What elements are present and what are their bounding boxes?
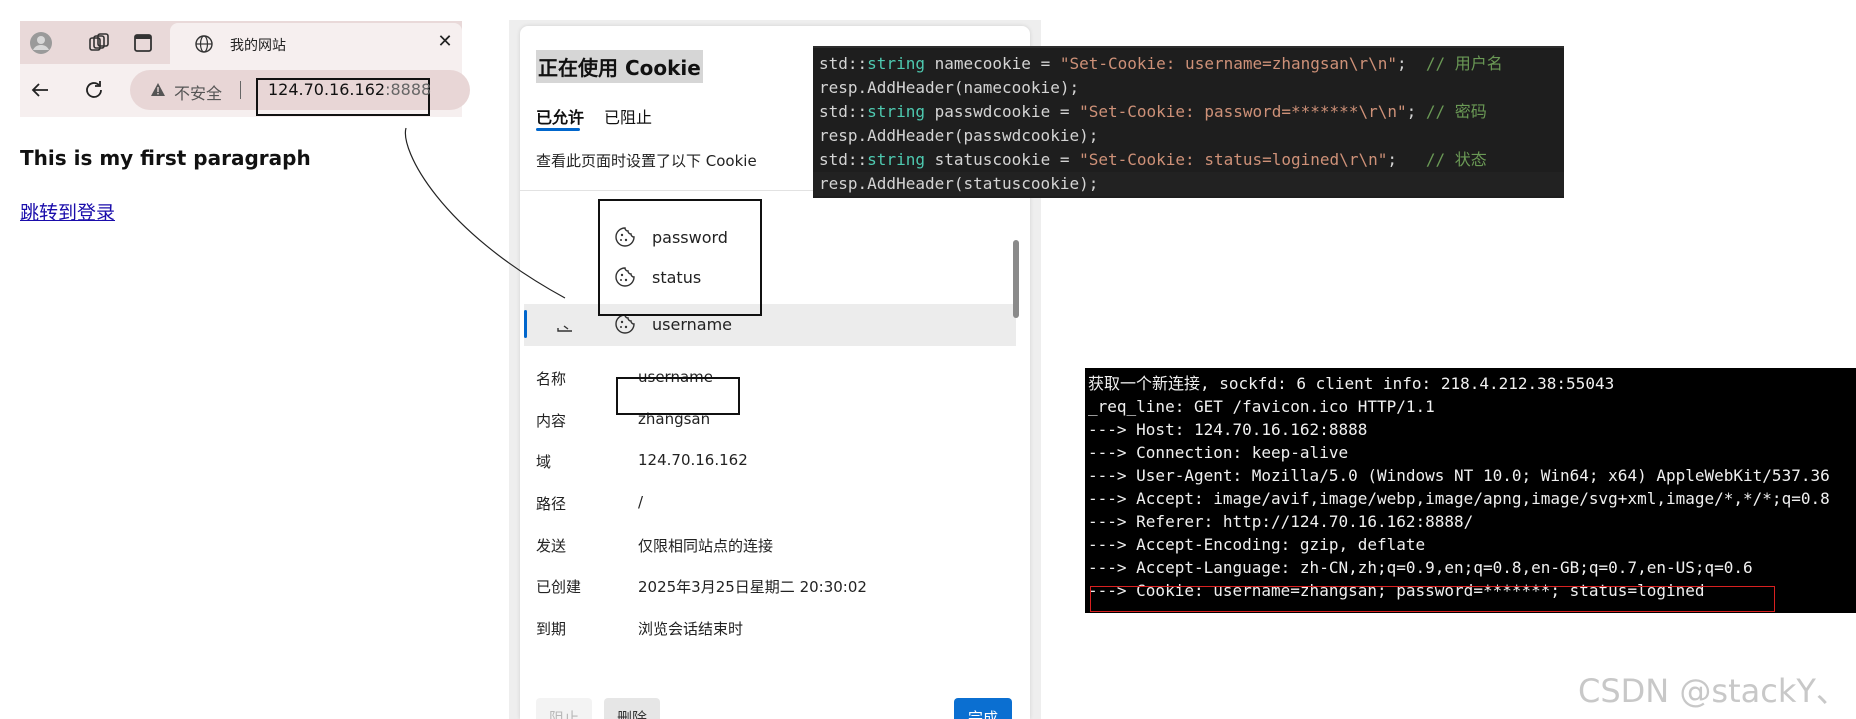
cookie-description: 查看此页面时设置了以下 Cookie [536,152,757,170]
tab-blocked[interactable]: 已阻止 [604,104,652,128]
cookie-list-highlight-box [598,199,762,316]
sidebar-icon[interactable] [130,30,156,56]
url-host: 124.70.16.162 [268,80,386,99]
avatar-icon[interactable] [28,30,54,56]
folder-icon [557,325,572,332]
code-line: resp.AddHeader(statuscookie); [813,172,1564,196]
cookie-icon [615,314,635,334]
detail-label-content: 内容 [536,412,567,430]
detail-value-path: / [638,493,644,511]
terminal-output: 获取一个新连接, sockfd: 6 client info: 218.4.21… [1085,368,1856,613]
detail-value-expires: 浏览会话结束时 [638,620,744,638]
cookie-panel-title: 正在使用 Cookie [536,50,703,83]
back-arrow-icon[interactable] [26,76,54,104]
close-icon[interactable]: ✕ [434,31,456,53]
detail-label-name: 名称 [536,370,567,388]
content-highlight-box [616,377,740,415]
terminal-line: ---> Host: 124.70.16.162:8888 [1088,420,1368,439]
terminal-line: 获取一个新连接, sockfd: 6 client info: 218.4.21… [1088,374,1615,393]
detail-label-path: 路径 [536,495,567,513]
terminal-line: ---> User-Agent: Mozilla/5.0 (Windows NT… [1088,466,1830,485]
detail-label-domain: 域 [536,453,552,471]
url-text[interactable]: 124.70.16.162:8888 [268,80,431,99]
address-separator [240,81,241,99]
detail-value-created: 2025年3月25日星期二 20:30:02 [638,578,867,596]
done-button[interactable]: 完成 [954,698,1012,719]
code-line: std::string namecookie = "Set-Cookie: us… [819,54,1503,73]
workspaces-icon[interactable] [86,30,112,56]
code-line: std::string passwdcookie = "Set-Cookie: … [819,102,1487,121]
reload-icon[interactable] [80,76,108,104]
terminal-line: _req_line: GET /favicon.ico HTTP/1.1 [1088,397,1435,416]
terminal-line: ---> Accept-Language: zh-CN,zh;q=0.9,en;… [1088,558,1753,577]
detail-label-send: 发送 [536,537,567,555]
block-button[interactable]: 阻止 [536,698,592,719]
watermark: CSDN @stackY、 [1578,672,1848,710]
selected-row-indicator [524,310,527,338]
code-line: std::string statuscookie = "Set-Cookie: … [819,150,1487,169]
cookie-header-highlight-box [1090,586,1775,612]
code-editor: std::string namecookie = "Set-Cookie: us… [813,46,1564,198]
insecure-label: 不安全 [174,84,223,103]
code-line: resp.AddHeader(namecookie); [819,78,1080,97]
detail-value-domain: 124.70.16.162 [638,451,748,469]
globe-icon [195,35,213,53]
detail-value-send: 仅限相同站点的连接 [638,537,774,555]
tab-my-site[interactable]: 我的网站 ✕ [170,23,462,64]
url-port: :8888 [385,80,432,99]
terminal-line: ---> Accept: image/avif,image/webp,image… [1088,489,1830,508]
login-link[interactable]: 跳转到登录 [20,198,115,225]
page-paragraph: This is my first paragraph [20,146,311,170]
tab-allowed[interactable]: 已允许 [536,104,584,128]
code-line: resp.AddHeader(passwdcookie); [819,126,1099,145]
terminal-line: ---> Referer: http://124.70.16.162:8888/ [1088,512,1474,531]
detail-label-expires: 到期 [536,620,567,638]
warning-icon [151,83,165,96]
detail-label-created: 已创建 [536,578,582,596]
scrollbar[interactable] [1013,240,1019,318]
cookie-name: username [652,314,732,334]
tab-strip: 我的网站 ✕ [20,21,462,64]
terminal-line: ---> Connection: keep-alive [1088,443,1349,462]
terminal-line: ---> Accept-Encoding: gzip, deflate [1088,535,1426,554]
delete-button[interactable]: 删除 [604,698,660,719]
tab-title: 我的网站 [230,38,286,54]
tab-active-indicator [536,128,580,131]
